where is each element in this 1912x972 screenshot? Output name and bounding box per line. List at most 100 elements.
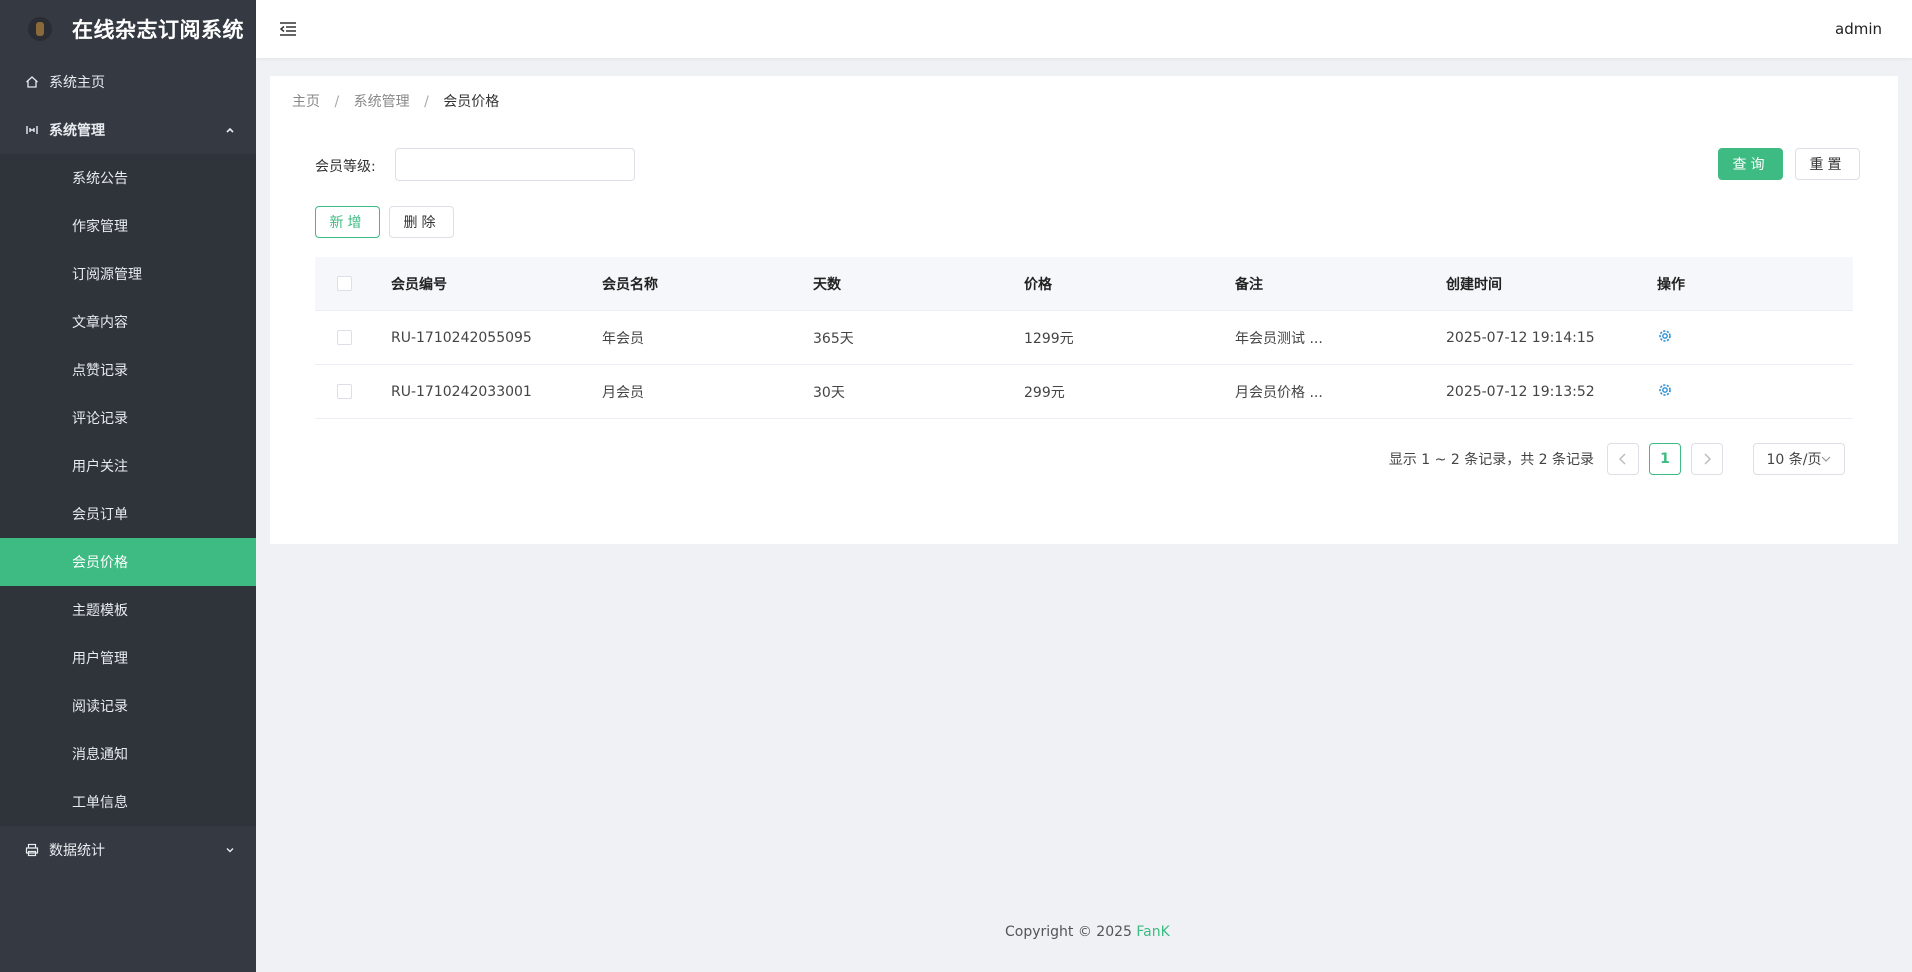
table-cell: 2025-07-12 19:13:52 — [1446, 383, 1595, 400]
sidebar: 在线杂志订阅系统 系统主页 系统管理 系统公告 作家管理 订阅源管理 文章内容 … — [0, 0, 256, 972]
sidebar-item-member-price[interactable]: 会员价格 — [0, 538, 256, 586]
table-cell: 365天 — [813, 330, 854, 347]
select-all-checkbox[interactable] — [337, 276, 352, 291]
chevron-right-icon — [1704, 453, 1711, 465]
content-card: 主页 / 系统管理 / 会员价格 会员等级: 查询 重置 新增 删除 会员编号 … — [270, 76, 1898, 544]
sidebar-item-label: 用户关注 — [72, 459, 128, 475]
gear-icon[interactable] — [1657, 382, 1673, 398]
table-cell: RU-1710242055095 — [391, 329, 532, 346]
table-cell: RU-1710242033001 — [391, 383, 532, 400]
pagination: 显示 1 ~ 2 条记录，共 2 条记录 1 10 条/页 — [1389, 443, 1845, 475]
delete-button[interactable]: 删除 — [389, 206, 454, 238]
table-cell: 年会员 — [602, 330, 644, 347]
row-checkbox[interactable] — [337, 384, 352, 399]
top-header: admin — [256, 0, 1912, 58]
column-header: 备注 — [1235, 276, 1263, 293]
sidebar-item-writer[interactable]: 作家管理 — [0, 202, 256, 250]
sidebar-item-article[interactable]: 文章内容 — [0, 298, 256, 346]
column-header: 会员名称 — [602, 276, 658, 293]
sidebar-item-member-orders[interactable]: 会员订单 — [0, 490, 256, 538]
table-cell: 年会员测试 ... — [1235, 330, 1323, 347]
chevron-down-icon — [1822, 456, 1831, 462]
table-cell: 30天 — [813, 384, 845, 401]
table-header-row: 会员编号 会员名称 天数 价格 备注 创建时间 操作 — [315, 257, 1853, 311]
table-row: RU-1710242055095 年会员 365天 1299元 年会员测试 ..… — [315, 311, 1853, 365]
table-row: RU-1710242033001 月会员 30天 299元 月会员价格 ... … — [315, 365, 1853, 419]
member-level-input[interactable] — [395, 148, 635, 181]
column-header: 价格 — [1024, 276, 1052, 293]
column-header: 操作 — [1657, 276, 1685, 293]
sidebar-item-notifications[interactable]: 消息通知 — [0, 730, 256, 778]
sidebar-item-label: 消息通知 — [72, 747, 128, 763]
breadcrumb-separator: / — [424, 94, 429, 110]
table-cell: 月会员 — [602, 384, 644, 401]
sidebar-item-label: 作家管理 — [72, 219, 128, 235]
column-header: 会员编号 — [391, 276, 447, 293]
page-size-select[interactable]: 10 条/页 — [1753, 443, 1845, 475]
user-menu[interactable]: admin — [1835, 20, 1882, 38]
member-price-table: 会员编号 会员名称 天数 价格 备注 创建时间 操作 RU-1710242055… — [315, 257, 1853, 419]
home-icon — [24, 74, 40, 90]
sidebar-item-tickets[interactable]: 工单信息 — [0, 778, 256, 826]
sidebar-item-likes[interactable]: 点赞记录 — [0, 346, 256, 394]
submenu-system: 系统公告 作家管理 订阅源管理 文章内容 点赞记录 评论记录 用户关注 会员订单… — [0, 154, 256, 826]
sidebar-group-label: 数据统计 — [49, 843, 105, 859]
chevron-left-icon — [1619, 453, 1626, 465]
table-cell: 1299元 — [1024, 330, 1074, 347]
breadcrumb-parent[interactable]: 系统管理 — [354, 94, 410, 110]
copyright-text: Copyright © 2025 — [1005, 924, 1132, 940]
sidebar-item-label: 订阅源管理 — [72, 267, 142, 283]
sidebar-group-system[interactable]: 系统管理 — [0, 106, 256, 154]
menu-collapse-icon[interactable] — [278, 19, 298, 39]
breadcrumb-separator: / — [334, 94, 340, 110]
member-level-label: 会员等级: — [315, 159, 376, 175]
sidebar-item-label: 评论记录 — [72, 411, 128, 427]
sidebar-item-label: 工单信息 — [72, 795, 128, 811]
sidebar-item-comments[interactable]: 评论记录 — [0, 394, 256, 442]
table-cell: 月会员价格 ... — [1235, 384, 1323, 401]
settings-icon — [24, 122, 40, 138]
sidebar-item-label: 系统主页 — [49, 75, 105, 91]
sidebar-item-label: 系统公告 — [72, 171, 128, 187]
breadcrumb-home[interactable]: 主页 — [292, 94, 320, 110]
sidebar-item-home[interactable]: 系统主页 — [0, 58, 256, 106]
sidebar-item-label: 用户管理 — [72, 651, 128, 667]
sidebar-item-label: 主题模板 — [72, 603, 128, 619]
sidebar-item-label: 会员订单 — [72, 507, 128, 523]
column-header: 天数 — [813, 276, 841, 293]
sidebar-item-label: 点赞记录 — [72, 363, 128, 379]
chevron-down-icon — [224, 844, 236, 856]
sidebar-item-follows[interactable]: 用户关注 — [0, 442, 256, 490]
sidebar-item-label: 会员价格 — [72, 555, 128, 571]
sidebar-item-reading[interactable]: 阅读记录 — [0, 682, 256, 730]
logo-icon — [28, 17, 52, 41]
brand: 在线杂志订阅系统 — [0, 0, 256, 58]
sidebar-item-label: 文章内容 — [72, 315, 128, 331]
row-checkbox[interactable] — [337, 330, 352, 345]
table-cell: 299元 — [1024, 384, 1065, 401]
column-header: 创建时间 — [1446, 276, 1502, 293]
gear-icon[interactable] — [1657, 328, 1673, 344]
chevron-up-icon — [224, 124, 236, 136]
query-button[interactable]: 查询 — [1718, 148, 1783, 180]
sidebar-item-announcement[interactable]: 系统公告 — [0, 154, 256, 202]
sidebar-item-subscription-source[interactable]: 订阅源管理 — [0, 250, 256, 298]
sidebar-item-label: 阅读记录 — [72, 699, 128, 715]
page-number-button[interactable]: 1 — [1649, 443, 1681, 475]
sidebar-group-label: 系统管理 — [49, 123, 105, 139]
breadcrumb: 主页 / 系统管理 / 会员价格 — [292, 91, 499, 111]
author-link[interactable]: FanK — [1136, 924, 1169, 940]
sidebar-group-stats[interactable]: 数据统计 — [0, 826, 256, 874]
sidebar-item-themes[interactable]: 主题模板 — [0, 586, 256, 634]
footer: Copyright © 2025 FanK — [1005, 924, 1170, 940]
breadcrumb-current: 会员价格 — [443, 94, 500, 110]
sidebar-item-users[interactable]: 用户管理 — [0, 634, 256, 682]
app-title: 在线杂志订阅系统 — [72, 18, 244, 42]
table-cell: 2025-07-12 19:14:15 — [1446, 329, 1595, 346]
pagination-total: 显示 1 ~ 2 条记录，共 2 条记录 — [1388, 452, 1594, 468]
add-button[interactable]: 新增 — [315, 206, 380, 238]
reset-button[interactable]: 重置 — [1795, 148, 1860, 180]
prev-page-button[interactable] — [1607, 443, 1639, 475]
next-page-button[interactable] — [1691, 443, 1723, 475]
page-size-value: 10 条/页 — [1766, 452, 1822, 468]
